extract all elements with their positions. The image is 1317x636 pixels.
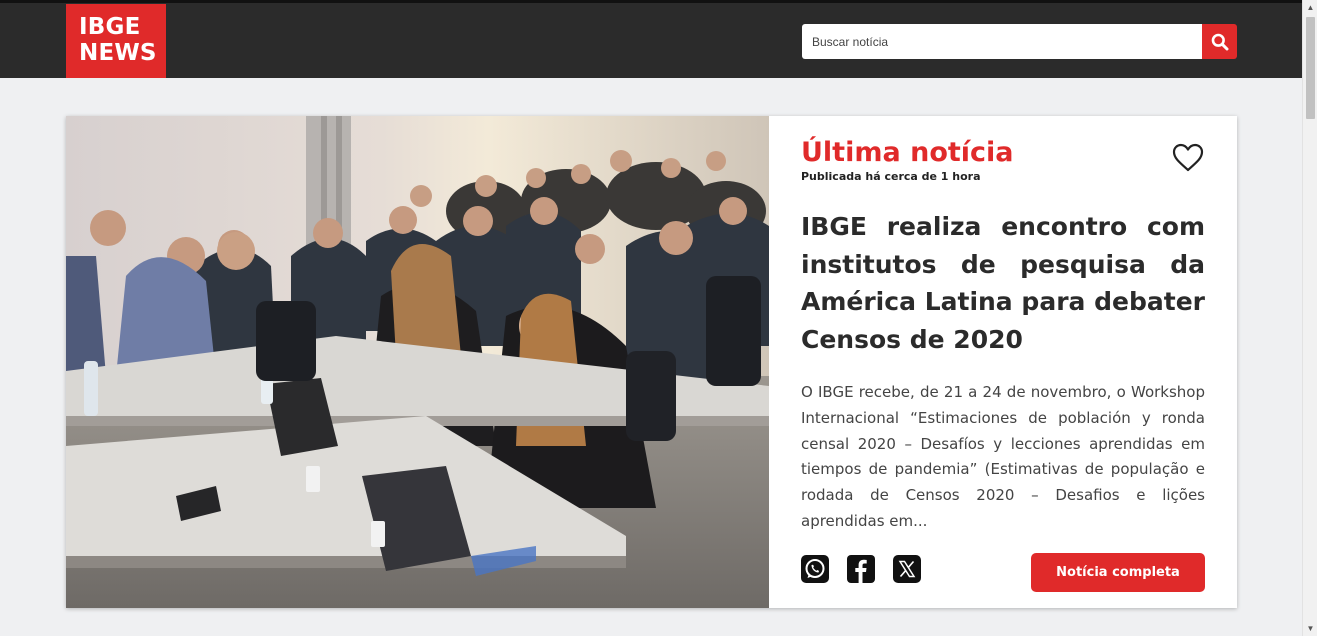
site-logo[interactable]: IBGE NEWS — [66, 4, 166, 78]
scroll-up-arrow-icon[interactable]: ▲ — [1303, 0, 1317, 15]
latest-news-label: Última notícia — [801, 137, 1014, 168]
news-content: Última notícia Publicada há cerca de 1 h… — [769, 116, 1237, 608]
news-summary: O IBGE recebe, de 21 a 24 de novembro, o… — [801, 383, 1205, 530]
news-headline[interactable]: IBGE realiza encontro com institutos de … — [801, 208, 1205, 358]
search-icon — [1211, 33, 1228, 50]
vertical-scrollbar[interactable]: ▲ ▼ — [1302, 0, 1317, 636]
logo-line-1: IBGE — [79, 14, 141, 40]
published-time: Publicada há cerca de 1 hora — [801, 170, 981, 183]
news-photo[interactable] — [66, 116, 769, 608]
full-news-button[interactable]: Notícia completa — [1031, 553, 1205, 592]
heart-icon — [1172, 143, 1204, 172]
search-bar — [802, 24, 1237, 59]
featured-news-card: Última notícia Publicada há cerca de 1 h… — [66, 116, 1237, 608]
top-header: IBGE NEWS — [0, 0, 1302, 78]
scroll-thumb[interactable] — [1306, 17, 1315, 119]
share-buttons — [801, 555, 921, 583]
meeting-room-photo — [66, 116, 769, 608]
x-icon[interactable] — [893, 555, 921, 583]
logo-line-2: NEWS — [79, 40, 157, 66]
search-button[interactable] — [1202, 24, 1237, 59]
whatsapp-icon[interactable] — [801, 555, 829, 583]
favorite-button[interactable] — [1172, 143, 1204, 173]
facebook-icon[interactable] — [847, 555, 875, 583]
search-input[interactable] — [802, 24, 1202, 59]
scroll-down-arrow-icon[interactable]: ▼ — [1303, 621, 1317, 636]
